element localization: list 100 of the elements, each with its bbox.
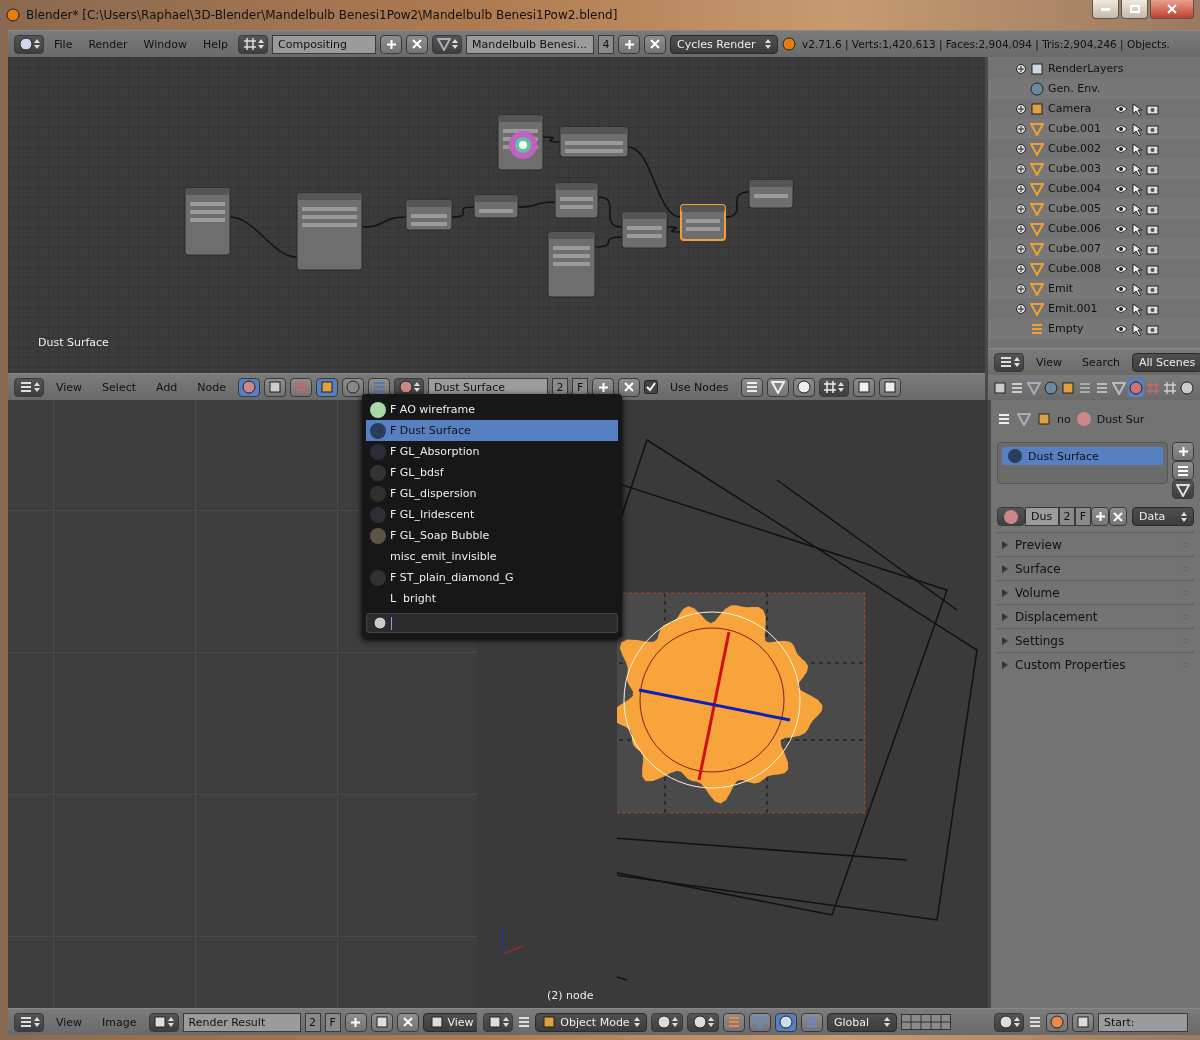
scene-field[interactable]: Mandelbulb Benesi... [466,34,595,54]
panel-header[interactable]: Custom Properties [997,652,1194,676]
menu-item[interactable]: View [48,380,91,394]
parent-button[interactable] [766,377,789,397]
outliner-item[interactable]: Cube.002 [1048,142,1110,156]
panel-header[interactable]: Surface [997,556,1194,580]
keying-button[interactable] [1046,1012,1068,1032]
eye-icon[interactable] [1114,104,1128,114]
menu-item[interactable]: Search [1074,355,1128,369]
image-name-field[interactable]: Render Result [182,1012,301,1032]
cursor-icon[interactable] [1132,242,1142,256]
menu-item[interactable]: File [48,37,79,51]
eye-icon[interactable] [1114,204,1128,214]
screen-layout-field[interactable]: Compositing [272,34,377,54]
material-menu-item[interactable]: F GL_Iridescent [366,504,618,525]
cursor-icon[interactable] [1132,182,1142,196]
scene-button[interactable] [432,34,463,54]
eye-icon[interactable] [1114,284,1128,294]
expand-icon[interactable] [1016,184,1026,194]
menu-item[interactable]: Select [94,380,145,394]
eye-icon[interactable] [1114,304,1128,314]
minimize-button[interactable] [1092,0,1119,19]
menu-item[interactable]: Help [196,37,235,51]
node[interactable] [296,192,363,271]
cursor-icon[interactable] [1132,102,1142,116]
expand-icon[interactable] [1016,224,1026,234]
node[interactable] [405,199,453,231]
render-engine-dropdown[interactable]: Cycles Render [670,34,779,54]
pivot-button[interactable] [687,1012,719,1032]
editor-type-button[interactable] [14,377,44,397]
cursor-icon[interactable] [1132,222,1142,236]
add-button[interactable] [344,1012,367,1032]
expand-icon[interactable] [1016,304,1026,314]
expand-icon[interactable] [1016,264,1026,274]
lock-button[interactable] [1072,1012,1094,1032]
node[interactable] [497,114,544,171]
cursor-icon[interactable] [1132,142,1142,156]
eye-icon[interactable] [1114,244,1128,254]
orientation-dropdown[interactable]: Global [827,1012,897,1032]
node[interactable] [748,179,794,209]
node[interactable] [559,126,629,158]
cursor-icon[interactable] [1132,302,1142,316]
remove-button[interactable] [406,34,429,54]
material-menu-item[interactable]: F GL_Soap Bubble [366,525,618,546]
material-menu-item[interactable]: L bright [366,588,618,609]
node[interactable] [547,231,596,298]
cursor-icon[interactable] [1132,282,1142,296]
breadcrumb-item[interactable]: no [1057,412,1071,426]
editor-type-button[interactable] [14,34,44,54]
material-menu-item[interactable]: misc_emit_invisible [366,546,618,567]
material-menu-item[interactable]: F GL_bdsf [366,462,618,483]
node[interactable] [621,211,668,249]
node[interactable] [554,182,599,219]
checkbox[interactable] [644,380,659,394]
node[interactable] [184,187,231,256]
material-menu-item[interactable]: F GL_dispersion [366,483,618,504]
menu-item[interactable]: Node [189,380,235,394]
outliner-item[interactable]: Cube.004 [1048,182,1110,196]
outliner-item[interactable]: Cube.006 [1048,222,1110,236]
editor-type-button[interactable] [483,1012,513,1032]
expand-icon[interactable] [1016,244,1026,254]
shader-nodes-button[interactable] [238,377,261,397]
panel-header[interactable]: Settings [997,628,1194,652]
pin-button[interactable] [740,377,763,397]
snap-mode-button[interactable] [818,377,849,397]
eye-icon[interactable] [1114,164,1128,174]
editor-type-button[interactable] [994,1012,1024,1032]
menu-item[interactable]: Window [137,37,193,51]
menu-item[interactable]: View [1028,355,1071,369]
maximize-button[interactable] [1121,0,1148,19]
layers-grid-icon[interactable] [901,1014,951,1030]
remove-button[interactable] [396,1012,419,1032]
world-button[interactable] [342,377,365,397]
node[interactable] [473,194,519,219]
search-field[interactable] [366,613,618,633]
eye-icon[interactable] [1114,144,1128,154]
expand-icon[interactable] [1016,144,1026,154]
menu-item[interactable]: Image [94,1015,145,1029]
properties-tab[interactable] [1128,378,1144,397]
eye-icon[interactable] [1114,224,1128,234]
panel-header[interactable]: Displacement [997,604,1194,628]
mode-dropdown[interactable]: Object Mode [535,1012,647,1032]
cursor-icon[interactable] [1132,262,1142,276]
cursor-icon[interactable] [1132,202,1142,216]
outliner-item[interactable]: Camera [1048,102,1110,116]
cursor-icon[interactable] [1132,122,1142,136]
shading-button[interactable] [651,1012,683,1032]
editor-type-button[interactable] [14,1012,44,1032]
menu-item[interactable]: View [48,1015,91,1029]
fake-user-toggle[interactable]: F [1075,507,1091,526]
breadcrumb-item[interactable]: Dust Sur [1096,412,1145,426]
expand-icon[interactable] [1016,64,1026,74]
scale-button[interactable] [801,1012,823,1032]
object-button[interactable] [316,377,339,397]
close-button[interactable] [1150,0,1194,19]
node[interactable] [680,204,726,241]
compositing-nodes-button[interactable] [264,377,287,397]
add-slot-button[interactable] [1172,442,1194,461]
remove-button[interactable] [644,34,667,54]
editor-type-button[interactable] [994,352,1024,372]
